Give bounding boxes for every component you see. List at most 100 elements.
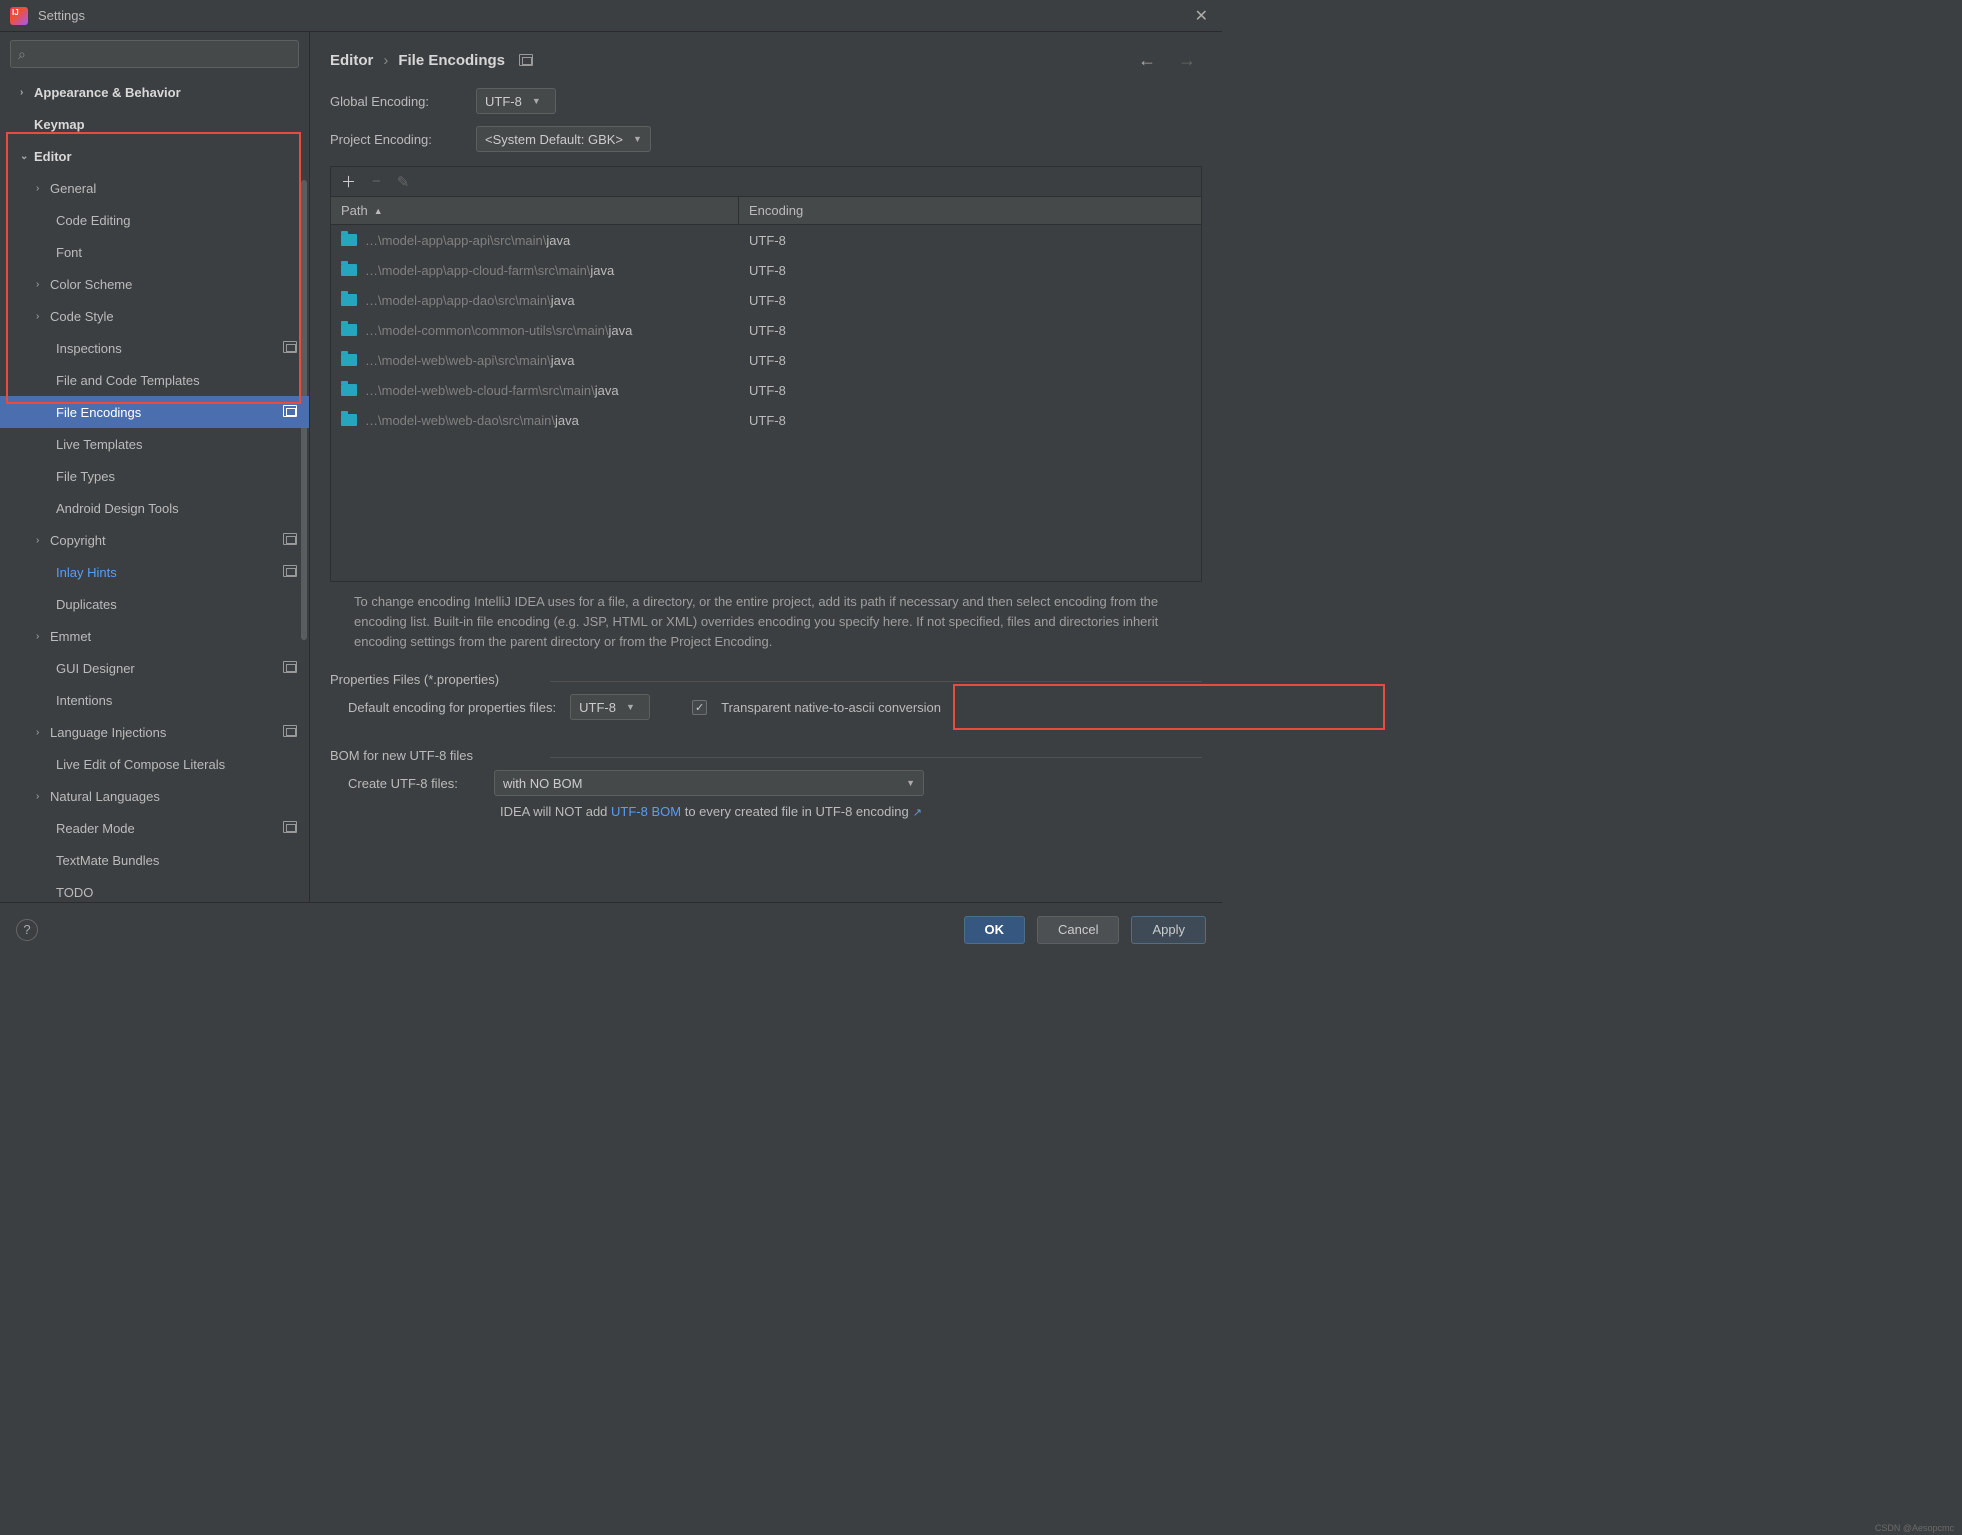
utf8-bom-link[interactable]: UTF-8 BOM (611, 804, 681, 819)
apply-button[interactable]: Apply (1131, 916, 1206, 944)
tree-item-label: General (50, 181, 96, 196)
transparent-ascii-checkbox[interactable]: ✓ (692, 700, 707, 715)
transparent-ascii-label[interactable]: Transparent native-to-ascii conversion (721, 700, 941, 715)
dialog-footer: ? OK Cancel Apply (0, 902, 1222, 956)
tree-item[interactable]: Intentions (0, 684, 309, 716)
search-icon: ⌕ (18, 46, 26, 63)
tree-item[interactable]: Keymap (0, 108, 309, 140)
properties-encoding-value: UTF-8 (579, 700, 616, 715)
breadcrumb-leaf: File Encodings (398, 52, 505, 69)
tree-item[interactable]: Live Edit of Compose Literals (0, 748, 309, 780)
encoding-table: ＋ − ✎ Path ▲ Encoding …\model-app\app-ap… (330, 166, 1202, 582)
tree-item[interactable]: ›Natural Languages (0, 780, 309, 812)
tree-item[interactable]: ›Emmet (0, 620, 309, 652)
folder-icon (341, 414, 357, 426)
tree-item[interactable]: TextMate Bundles (0, 844, 309, 876)
chevron-icon: › (36, 183, 50, 194)
cancel-button[interactable]: Cancel (1037, 916, 1119, 944)
tree-item[interactable]: Live Templates (0, 428, 309, 460)
window-title: Settings (38, 8, 85, 23)
table-row[interactable]: …\model-web\web-dao\src\main\javaUTF-8 (331, 405, 1201, 435)
search-input[interactable] (10, 40, 299, 68)
tree-item[interactable]: Duplicates (0, 588, 309, 620)
tree-item[interactable]: ›Appearance & Behavior (0, 76, 309, 108)
sort-asc-icon: ▲ (374, 206, 383, 216)
table-row[interactable]: …\model-web\web-api\src\main\javaUTF-8 (331, 345, 1201, 375)
tree-item[interactable]: Android Design Tools (0, 492, 309, 524)
tree-item[interactable]: Inspections (0, 332, 309, 364)
tree-item[interactable]: File Encodings (0, 396, 309, 428)
tree-item[interactable]: ›Color Scheme (0, 268, 309, 300)
tree-item[interactable]: Code Editing (0, 204, 309, 236)
folder-icon (341, 384, 357, 396)
global-encoding-combo[interactable]: UTF-8 ▼ (476, 88, 556, 114)
ok-button[interactable]: OK (964, 916, 1026, 944)
tree-item[interactable]: ›Code Style (0, 300, 309, 332)
table-row[interactable]: …\model-app\app-cloud-farm\src\main\java… (331, 255, 1201, 285)
encoding-cell[interactable]: UTF-8 (739, 263, 1201, 278)
tree-item-label: Color Scheme (50, 277, 132, 292)
table-row[interactable]: …\model-app\app-api\src\main\javaUTF-8 (331, 225, 1201, 255)
tree-item-label: File and Code Templates (56, 373, 200, 388)
tree-item-label: Code Style (50, 309, 114, 324)
folder-icon (341, 294, 357, 306)
tree-item-label: Live Edit of Compose Literals (56, 757, 225, 772)
encoding-cell[interactable]: UTF-8 (739, 323, 1201, 338)
encoding-cell[interactable]: UTF-8 (739, 383, 1201, 398)
tree-item-label: Appearance & Behavior (34, 85, 181, 100)
encoding-cell[interactable]: UTF-8 (739, 413, 1201, 428)
column-header-path[interactable]: Path ▲ (331, 197, 739, 224)
project-scope-icon (283, 725, 297, 737)
tree-item-label: Intentions (56, 693, 112, 708)
column-header-encoding[interactable]: Encoding (739, 197, 1201, 224)
folder-icon (341, 354, 357, 366)
tree-item[interactable]: ›Copyright (0, 524, 309, 556)
chevron-icon: › (36, 727, 50, 738)
tree-item[interactable]: Inlay Hints (0, 556, 309, 588)
tree-item[interactable]: ›Language Injections (0, 716, 309, 748)
chevron-icon: › (20, 87, 34, 98)
encoding-cell[interactable]: UTF-8 (739, 353, 1201, 368)
tree-item-label: Keymap (34, 117, 85, 132)
settings-tree[interactable]: ›Appearance & BehaviorKeymap⌄Editor›Gene… (0, 76, 309, 902)
properties-encoding-combo[interactable]: UTF-8 ▼ (570, 694, 650, 720)
nav-back-icon[interactable]: ← (1132, 50, 1162, 71)
tree-item[interactable]: Reader Mode (0, 812, 309, 844)
tree-item[interactable]: File and Code Templates (0, 364, 309, 396)
close-icon[interactable]: ✕ (1191, 2, 1212, 30)
encoding-cell[interactable]: UTF-8 (739, 233, 1201, 248)
tree-item[interactable]: ›General (0, 172, 309, 204)
project-scope-icon (283, 533, 297, 545)
folder-icon (341, 324, 357, 336)
project-scope-icon (283, 821, 297, 833)
project-encoding-combo[interactable]: <System Default: GBK> ▼ (476, 126, 651, 152)
tree-item-label: Editor (34, 149, 72, 164)
tree-item-label: Font (56, 245, 82, 260)
divider (550, 681, 1202, 682)
project-encoding-value: <System Default: GBK> (485, 132, 623, 147)
tree-item-label: Natural Languages (50, 789, 160, 804)
create-utf8-value: with NO BOM (503, 776, 582, 791)
create-utf8-combo[interactable]: with NO BOM ▼ (494, 770, 924, 796)
tree-item[interactable]: File Types (0, 460, 309, 492)
tree-item[interactable]: Font (0, 236, 309, 268)
chevron-down-icon: ▼ (633, 134, 642, 144)
project-scope-icon (283, 341, 297, 353)
table-row[interactable]: …\model-app\app-dao\src\main\javaUTF-8 (331, 285, 1201, 315)
project-scope-icon (283, 661, 297, 673)
add-button[interactable]: ＋ (341, 171, 356, 192)
tree-item-label: GUI Designer (56, 661, 135, 676)
breadcrumb-root[interactable]: Editor (330, 52, 373, 69)
tree-item[interactable]: TODO (0, 876, 309, 902)
table-row[interactable]: …\model-web\web-cloud-farm\src\main\java… (331, 375, 1201, 405)
annotation-highlight-box (953, 684, 1385, 730)
edit-button: ✎ (397, 173, 410, 191)
global-encoding-value: UTF-8 (485, 94, 522, 109)
tree-item[interactable]: ⌄Editor (0, 140, 309, 172)
help-button[interactable]: ? (16, 919, 38, 941)
tree-item[interactable]: GUI Designer (0, 652, 309, 684)
table-row[interactable]: …\model-common\common-utils\src\main\jav… (331, 315, 1201, 345)
encoding-cell[interactable]: UTF-8 (739, 293, 1201, 308)
chevron-icon: › (36, 631, 50, 642)
sidebar: ⌕ ›Appearance & BehaviorKeymap⌄Editor›Ge… (0, 32, 310, 902)
